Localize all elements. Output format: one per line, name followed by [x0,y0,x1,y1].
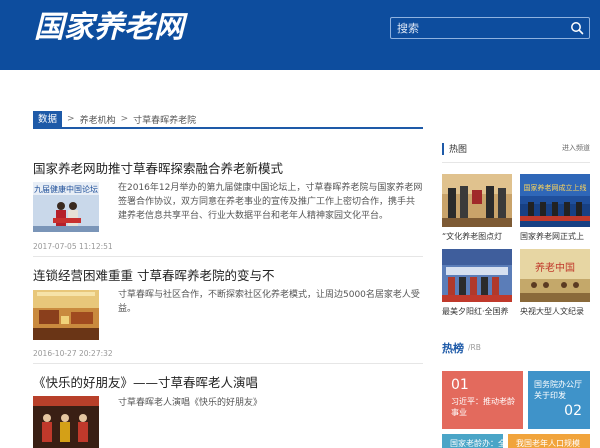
ranking-tile[interactable]: 国务院办公厅关于印发 02 [528,371,590,429]
article-summary: 寸草春晖老人演唱《快乐的好朋友》 [118,398,263,408]
breadcrumb: 数据 > 养老机构 > 寸草春晖养老院 [33,110,196,128]
section-divider [442,162,590,163]
hot-pictures-header: 热图 进入频道 [442,143,590,155]
breadcrumb-separator: > [120,114,129,124]
search-icon[interactable] [570,21,584,35]
hot-picture[interactable] [442,174,512,227]
site-logo[interactable]: 国家养老网 [34,10,184,46]
thumbnail-banner-text: 九届健康中国论坛 [34,184,98,194]
article-date: 2016-10-27 20:27:32 [33,349,113,358]
ranking-text: 国家老龄办：全 [450,439,503,448]
article-divider [33,363,423,364]
breadcrumb-separator: > [67,114,75,124]
ranking-tile[interactable]: 01 习近平：推动老龄事业 [442,371,523,429]
article-summary: 寸草春晖与社区合作，不断探索社区化养老模式，让周边5000名居家老人受益。 [118,290,420,314]
enter-channel-link[interactable]: 进入频道 [562,143,590,153]
article-thumbnail[interactable] [33,290,99,340]
search-box[interactable] [390,17,590,39]
ranking-text: 习近平：推动老龄事业 [451,397,515,417]
hot-ranking-title: 热榜 [442,342,464,355]
article-divider [33,256,423,257]
hot-picture-caption[interactable]: 国家养老网正式上 [520,231,590,242]
hot-picture[interactable]: 养老中国 [520,249,590,302]
ranking-text: 我国老年人口规模 [516,439,580,448]
ranking-tile[interactable]: 我国老年人口规模 [508,434,590,448]
hot-picture[interactable]: 国家养老网成立上线 [520,174,590,227]
article-summary: 在2016年12月举办的第九届健康中国论坛上，寸草春晖养老院与国家养老网签署合作… [118,183,423,221]
ranking-text: 国务院办公厅关于印发 [534,380,582,400]
breadcrumb-item-agency[interactable]: 养老机构 [80,113,116,126]
hot-pictures-title: 热图 [449,145,468,155]
breadcrumb-item-current[interactable]: 寸草春晖养老院 [133,113,196,126]
section-marker [442,143,444,155]
article-date: 2017-07-05 11:12:51 [33,242,113,251]
hot-picture[interactable] [442,249,512,302]
search-input[interactable] [397,20,567,36]
ranking-number: 01 [451,377,469,393]
hot-picture-caption[interactable]: 最美夕阳红·全国养 [442,306,512,317]
article-title[interactable]: 连锁经营困难重重 寸草春晖养老院的变与不 [33,265,274,284]
article-title[interactable]: 国家养老网助推寸草春晖探索融合养老新模式 [33,158,283,177]
article-thumbnail[interactable]: 九届健康中国论坛 [33,182,99,232]
breadcrumb-underline [33,127,423,129]
hot-picture-caption[interactable]: 央视大型人文纪录 [520,306,590,317]
breadcrumb-tag[interactable]: 数据 [33,110,63,128]
article-thumbnail[interactable] [33,396,99,448]
ranking-number: 02 [564,403,582,419]
hot-picture-banner-text: 国家养老网成立上线 [524,183,587,192]
hot-ranking-subtitle: /RB [468,343,481,352]
hot-picture-banner-text: 养老中国 [535,261,575,274]
site-header: 国家养老网 [0,0,600,70]
hot-picture-caption[interactable]: “文化养老图点灯 [442,231,512,242]
ranking-tile[interactable]: 国家老龄办：全 [442,434,503,448]
article-title[interactable]: 《快乐的好朋友》——寸草春晖老人演唱 [33,372,258,391]
